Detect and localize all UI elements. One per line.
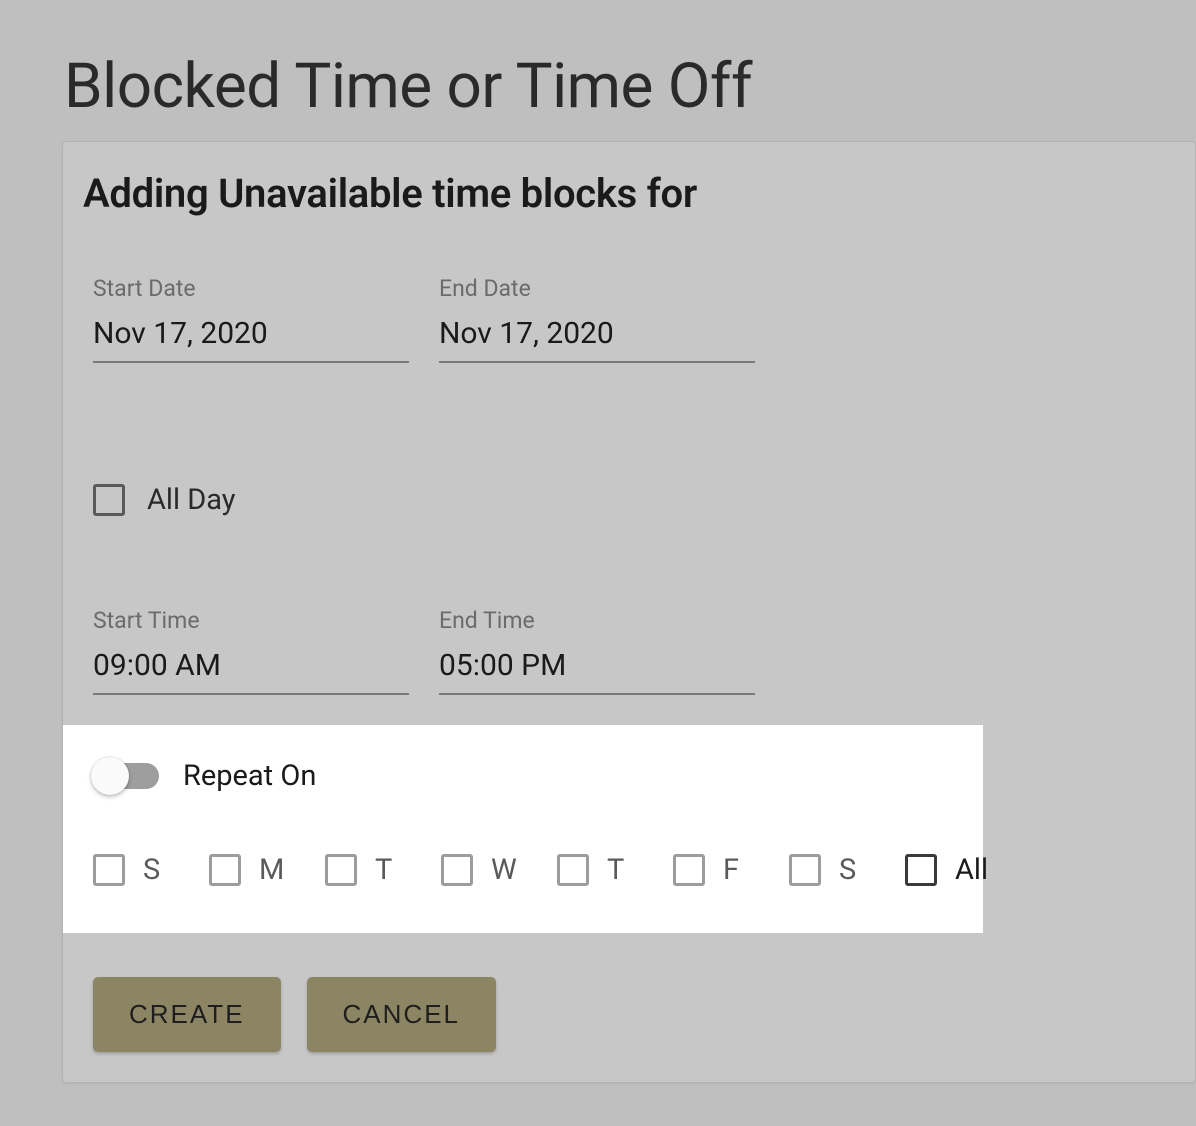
day-monday: M: [209, 853, 285, 887]
end-time-field[interactable]: End Time 05:00 PM: [439, 607, 755, 695]
end-time-label: End Time: [439, 607, 755, 634]
days-row: S M T W T: [93, 793, 953, 887]
day-thursday-label: T: [607, 853, 633, 887]
day-wednesday-checkbox[interactable]: [441, 854, 473, 886]
day-monday-label: M: [259, 853, 285, 887]
start-time-value[interactable]: 09:00 AM: [93, 648, 409, 695]
day-monday-checkbox[interactable]: [209, 854, 241, 886]
start-date-value[interactable]: Nov 17, 2020: [93, 316, 409, 363]
repeat-header: Repeat On: [93, 759, 953, 793]
repeat-panel: Repeat On S M T W: [63, 725, 983, 933]
end-date-field[interactable]: End Date Nov 17, 2020: [439, 275, 755, 363]
date-row: Start Date Nov 17, 2020 End Date Nov 17,…: [63, 235, 1195, 363]
form-card: Adding Unavailable time blocks for Start…: [62, 141, 1196, 1083]
day-tuesday: T: [325, 853, 401, 887]
day-thursday: T: [557, 853, 633, 887]
cancel-button[interactable]: CANCEL: [307, 977, 496, 1052]
card-title: Adding Unavailable time blocks for: [63, 142, 1195, 235]
start-date-field[interactable]: Start Date Nov 17, 2020: [93, 275, 409, 363]
day-sunday: S: [93, 853, 169, 887]
day-friday-label: F: [723, 853, 749, 887]
day-saturday-label: S: [839, 853, 865, 887]
create-button[interactable]: CREATE: [93, 977, 281, 1052]
day-thursday-checkbox[interactable]: [557, 854, 589, 886]
page-title: Blocked Time or Time Off: [0, 0, 1196, 133]
day-tuesday-checkbox[interactable]: [325, 854, 357, 886]
all-day-checkbox[interactable]: [93, 484, 125, 516]
day-friday: F: [673, 853, 749, 887]
day-all-label: All: [955, 853, 988, 887]
day-friday-checkbox[interactable]: [673, 854, 705, 886]
time-row: Start Time 09:00 AM End Time 05:00 PM: [63, 517, 1195, 695]
all-day-row: All Day: [63, 363, 1195, 517]
day-saturday-checkbox[interactable]: [789, 854, 821, 886]
day-wednesday: W: [441, 853, 517, 887]
day-all: All: [905, 853, 988, 887]
day-all-checkbox[interactable]: [905, 854, 937, 886]
start-date-label: Start Date: [93, 275, 409, 302]
start-time-label: Start Time: [93, 607, 409, 634]
day-sunday-checkbox[interactable]: [93, 854, 125, 886]
end-time-value[interactable]: 05:00 PM: [439, 648, 755, 695]
repeat-toggle[interactable]: [93, 763, 159, 789]
start-time-field[interactable]: Start Time 09:00 AM: [93, 607, 409, 695]
day-tuesday-label: T: [375, 853, 401, 887]
day-wednesday-label: W: [491, 853, 517, 887]
all-day-label: All Day: [147, 483, 236, 517]
end-date-value[interactable]: Nov 17, 2020: [439, 316, 755, 363]
repeat-label: Repeat On: [183, 759, 316, 793]
day-saturday: S: [789, 853, 865, 887]
end-date-label: End Date: [439, 275, 755, 302]
toggle-knob-icon: [91, 757, 129, 795]
button-row: CREATE CANCEL: [63, 933, 1195, 1052]
day-sunday-label: S: [143, 853, 169, 887]
